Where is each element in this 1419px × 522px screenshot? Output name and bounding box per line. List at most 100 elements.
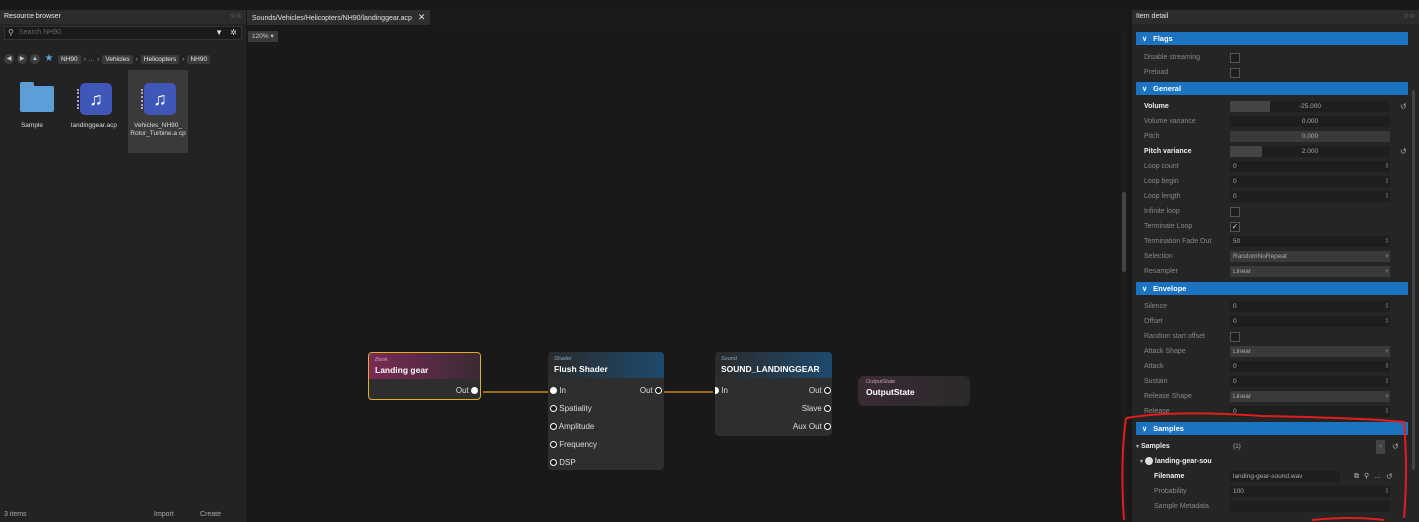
row-resampler: Resampler Linear ▼ (1144, 265, 1410, 279)
spinner-icon[interactable]: ⇕ (1384, 300, 1390, 314)
pitch-variance-slider[interactable]: 2.000 (1230, 146, 1390, 157)
pitch-slider[interactable]: 0.000 (1230, 131, 1390, 142)
field-label: Loop begin (1144, 178, 1179, 185)
row-pitch-variance: Pitch variance 2.000 ↺ (1144, 145, 1410, 159)
sustain-input[interactable]: 0 (1230, 376, 1390, 387)
spinner-icon[interactable]: ⇕ (1384, 375, 1390, 389)
loop-begin-input[interactable]: 0 (1230, 176, 1390, 187)
port-dot-icon (824, 423, 831, 431)
red-annotation (1121, 412, 1407, 521)
field-label: Sustain (1144, 378, 1168, 385)
row-attack-shape: Attack Shape Linear ▼ (1144, 345, 1410, 359)
loop-length-input[interactable]: 0 (1230, 191, 1390, 202)
offset-input[interactable]: 0 (1230, 316, 1390, 327)
section-envelope[interactable]: ∨ Envelope (1136, 282, 1408, 295)
port-label: Out (639, 386, 653, 395)
field-label: Volume (1144, 103, 1169, 110)
input-port-in[interactable]: In (550, 386, 566, 395)
bank-node[interactable]: Bank Landing gear Out (368, 352, 481, 400)
row-infinite-loop: Infinite loop (1144, 205, 1410, 219)
port-label: Frequency (559, 440, 598, 449)
field-label: Pitch variance (1144, 148, 1192, 155)
volume-slider[interactable]: -25.000 (1230, 101, 1390, 112)
row-loop-count: Loop count 0 ⇕ (1144, 160, 1410, 174)
row-sustain: Sustain 0 ⇕ (1144, 375, 1410, 389)
chevron-down-icon: ▼ (1384, 394, 1390, 400)
row-offset: Offset 0 ⇕ (1144, 315, 1410, 329)
spinner-icon[interactable]: ⇕ (1384, 175, 1390, 189)
sound-node[interactable]: Sound SOUND_LANDINGGEAR In Out Slave Aux… (715, 352, 832, 436)
node-title: OutputState (866, 387, 915, 397)
volume-variance-slider[interactable]: 0.000 (1230, 116, 1390, 127)
attack-input[interactable]: 0 (1230, 361, 1390, 372)
port-dot-icon (824, 405, 831, 413)
release-shape-dropdown[interactable]: Linear (1230, 391, 1390, 402)
loop-count-input[interactable]: 0 (1230, 161, 1390, 172)
item-detail-title: Item detail ⊘⊗ (1132, 10, 1419, 24)
row-termination-fade-out: Termination Fade Out 50 ⇕ (1144, 235, 1410, 249)
resampler-dropdown[interactable]: Linear (1230, 266, 1390, 277)
field-label: Attack Shape (1144, 348, 1186, 355)
section-label: General (1153, 84, 1182, 93)
output-port-out[interactable]: Out (809, 386, 831, 395)
row-loop-length: Loop length 0 ⇕ (1144, 190, 1410, 204)
section-general[interactable]: ∨ General (1136, 82, 1408, 95)
port-label: Aux Out (792, 422, 822, 431)
slider-value: 0.000 (1301, 118, 1319, 125)
port-dot-icon (550, 387, 557, 395)
port-label: Spatiality (559, 404, 592, 413)
infinite-loop-checkbox[interactable] (1230, 207, 1240, 217)
panel-title: Item detail (1136, 13, 1169, 20)
reset-icon[interactable]: ↺ (1400, 145, 1407, 159)
termination-fade-out-input[interactable]: 50 (1230, 236, 1390, 247)
input-port-in[interactable]: In (715, 386, 728, 395)
field-label: Disable streaming (1144, 54, 1201, 61)
input-port-frequency[interactable]: Frequency (550, 440, 597, 449)
node-title: Flush Shader (554, 364, 608, 374)
input-port-amplitude[interactable]: Amplitude (550, 422, 594, 431)
slider-fill (1230, 146, 1262, 157)
shader-node[interactable]: Shader Flush Shader In Out Spatiality Am… (548, 352, 664, 470)
preload-checkbox[interactable] (1230, 68, 1240, 78)
attack-shape-dropdown[interactable]: Linear (1230, 346, 1390, 357)
chevron-down-icon: ∨ (1142, 86, 1148, 93)
field-label: Volume variance (1144, 118, 1196, 125)
random-start-offset-checkbox[interactable] (1230, 332, 1240, 342)
field-label: Terminate Loop (1144, 223, 1193, 230)
terminate-loop-checkbox[interactable]: ✓ (1230, 222, 1240, 232)
node-header: Sound SOUND_LANDINGGEAR (715, 352, 832, 378)
slider-value: -25.000 (1298, 103, 1322, 110)
node-header: Shader Flush Shader (548, 352, 664, 378)
node-type: Sound (721, 356, 737, 362)
selection-dropdown[interactable]: RandomNoRepeat (1230, 251, 1390, 262)
node-title: Landing gear (375, 365, 429, 375)
output-port[interactable]: Out (456, 386, 478, 395)
spinner-icon[interactable]: ⇕ (1384, 235, 1390, 249)
port-dot-icon (824, 387, 831, 395)
panel-controls-icon[interactable]: ⊘⊗ (1403, 10, 1415, 24)
field-label: Loop count (1144, 163, 1179, 170)
disable-streaming-checkbox[interactable] (1230, 53, 1240, 63)
scrollbar-thumb[interactable] (1122, 192, 1126, 272)
row-volume: Volume -25.000 ↺ (1144, 100, 1410, 114)
output-port-slave[interactable]: Slave (802, 404, 831, 413)
field-label: Offset (1144, 318, 1163, 325)
output-state-node[interactable]: OutputState OutputState (858, 376, 970, 406)
spinner-icon[interactable]: ⇕ (1384, 360, 1390, 374)
input-port-spatiality[interactable]: Spatiality (550, 404, 592, 413)
section-flags[interactable]: ∨ Flags (1136, 32, 1408, 45)
field-label: Random start offset (1144, 333, 1205, 340)
spinner-icon[interactable]: ⇕ (1384, 160, 1390, 174)
input-port-dsp[interactable]: DSP (550, 458, 576, 467)
port-dot-icon (715, 387, 719, 395)
output-port[interactable]: Out (640, 386, 662, 395)
field-label: Loop length (1144, 193, 1181, 200)
reset-icon[interactable]: ↺ (1400, 100, 1407, 114)
port-dot-icon (550, 459, 557, 467)
spinner-icon[interactable]: ⇕ (1384, 315, 1390, 329)
output-port-aux[interactable]: Aux Out (793, 422, 831, 431)
row-selection: Selection RandomNoRepeat ▼ (1144, 250, 1410, 264)
spinner-icon[interactable]: ⇕ (1384, 190, 1390, 204)
row-silence: Silence 0 ⇕ (1144, 300, 1410, 314)
silence-input[interactable]: 0 (1230, 301, 1390, 312)
